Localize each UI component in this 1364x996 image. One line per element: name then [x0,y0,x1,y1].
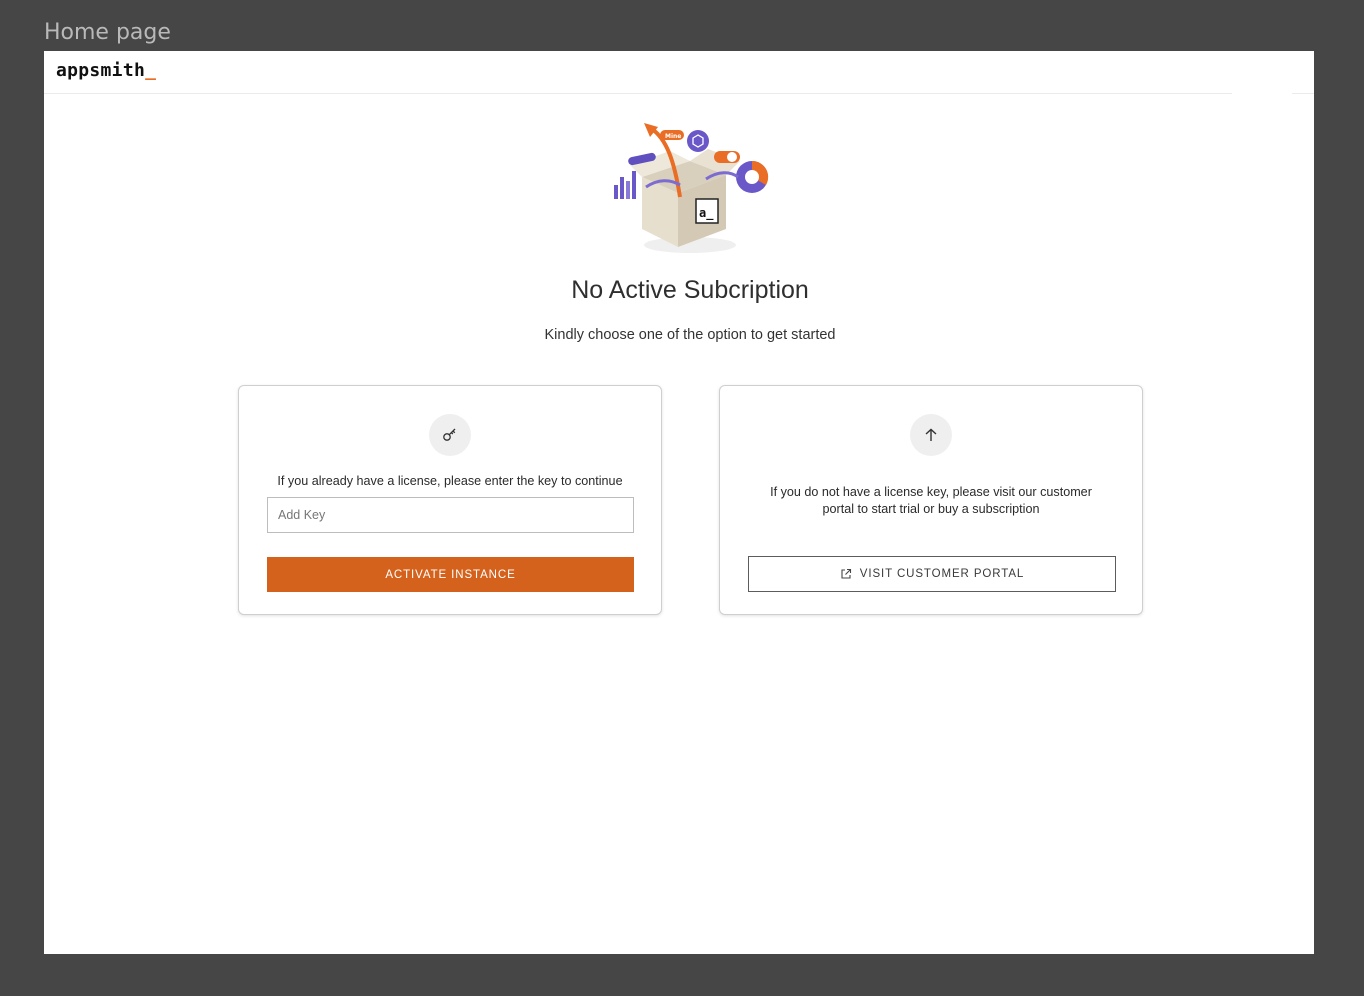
appsmith-logo[interactable]: appsmith_ [56,60,156,81]
key-icon [429,414,471,456]
license-key-input[interactable] [267,497,634,533]
open-box-illustration: a_ Mine [614,123,769,253]
box-mark: a_ [699,206,714,221]
arrow-up-icon [910,414,952,456]
license-key-card: If you already have a license, please en… [238,385,662,615]
page-title: No Active Subcription [571,276,809,304]
top-bar-divider [1292,93,1314,94]
top-bar: appsmith_ [44,51,1232,94]
logo-text: appsmith [56,60,146,81]
mine-badge-text: Mine [665,133,681,140]
visit-customer-portal-label: VISIT CUSTOMER PORTAL [859,568,1025,580]
external-link-icon [841,568,851,579]
logo-cursor: _ [145,60,157,81]
frame-label: Home page [44,20,171,45]
customer-portal-card: If you do not have a license key, please… [719,385,1143,615]
portal-instruction: If you do not have a license key, please… [770,485,1092,516]
page-subtitle: Kindly choose one of the option to get s… [544,327,836,343]
activate-instance-button[interactable]: ACTIVATE INSTANCE [267,557,634,592]
license-instruction: If you already have a license, please en… [277,474,623,488]
page-frame: appsmith_ a_ Mine No Active Subcription … [44,51,1314,954]
visit-customer-portal-button[interactable]: VISIT CUSTOMER PORTAL [748,556,1116,592]
